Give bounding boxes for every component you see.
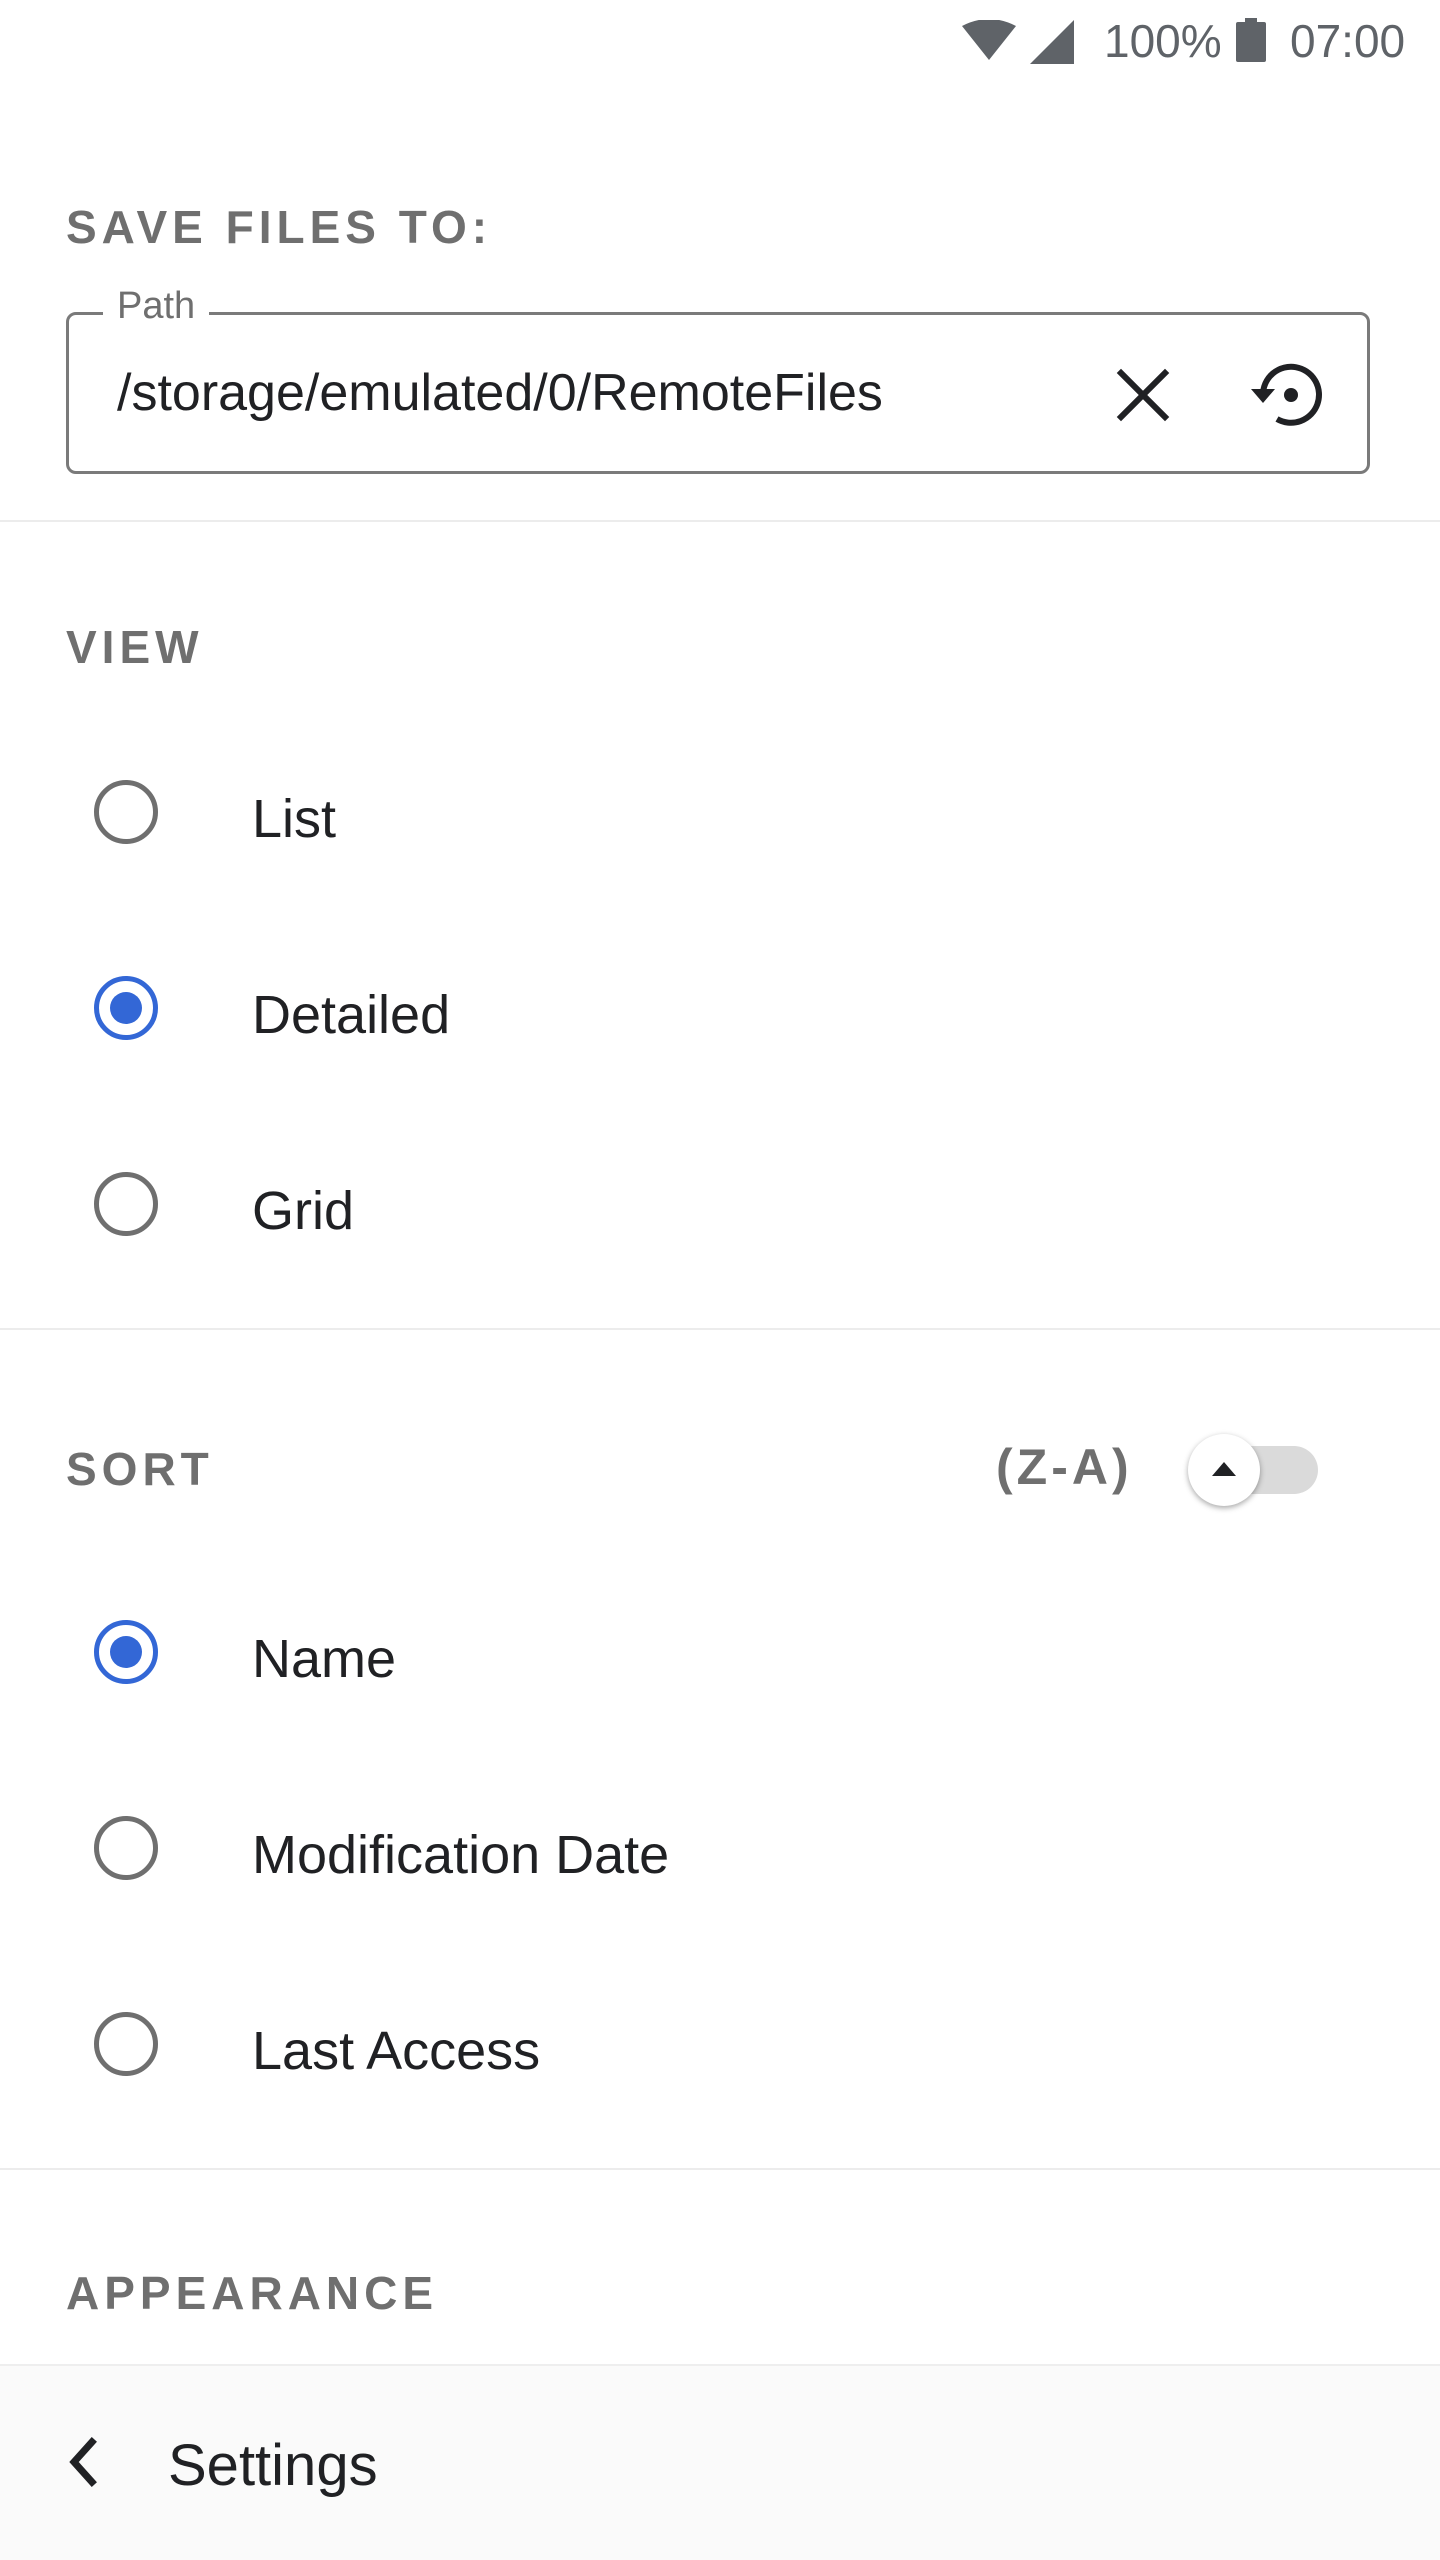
save-files-heading: SAVE FILES TO: <box>66 201 493 253</box>
close-icon <box>1116 368 1170 422</box>
path-input[interactable]: /storage/emulated/0/RemoteFiles <box>117 363 883 423</box>
sort-option-modification-date[interactable]: Modification Date <box>0 1750 1440 1946</box>
arrow-up-icon <box>1212 1462 1236 1476</box>
back-button[interactable] <box>52 2422 116 2502</box>
toggle-thumb[interactable] <box>1188 1434 1260 1506</box>
radio-grid[interactable] <box>94 1172 158 1236</box>
view-option-label: List <box>252 789 337 849</box>
radio-name[interactable] <box>94 1620 158 1684</box>
path-field[interactable]: Path /storage/emulated/0/RemoteFiles <box>66 285 1370 474</box>
radio-list[interactable] <box>94 780 158 844</box>
appearance-heading: APPEARANCE <box>66 2267 439 2319</box>
view-heading: VIEW <box>66 621 204 673</box>
view-option-grid[interactable]: Grid <box>0 1106 1440 1302</box>
view-option-label: Grid <box>252 1181 355 1241</box>
divider <box>0 2168 1440 2170</box>
battery-icon <box>1236 18 1266 62</box>
sort-direction-label: (Z-A) <box>996 1439 1133 1495</box>
chevron-left-icon <box>69 2437 97 2487</box>
path-field-label: Path <box>103 285 210 328</box>
divider <box>0 1328 1440 1330</box>
status-clock: 07:00 <box>1290 15 1406 67</box>
bottom-app-bar: Settings <box>0 2364 1440 2560</box>
reset-path-button[interactable] <box>1247 355 1331 435</box>
divider <box>0 520 1440 522</box>
radio-modification-date[interactable] <box>94 1816 158 1880</box>
settings-screen: 100% 07:00 SAVE FILES TO: Path /storage/… <box>0 0 1440 2560</box>
sort-option-label: Name <box>252 1629 397 1689</box>
cell-signal-icon <box>1030 20 1074 64</box>
sort-option-label: Modification Date <box>252 1825 670 1885</box>
view-option-list[interactable]: List <box>0 714 1440 910</box>
sort-option-label: Last Access <box>252 2021 541 2081</box>
battery-percent: 100% <box>1104 15 1222 67</box>
radio-last-access[interactable] <box>94 2012 158 2076</box>
status-bar: 100% 07:00 <box>0 0 1440 84</box>
sort-option-name[interactable]: Name <box>0 1554 1440 1750</box>
sort-option-last-access[interactable]: Last Access <box>0 1946 1440 2142</box>
wifi-icon <box>962 20 1016 60</box>
radio-detailed[interactable] <box>94 976 158 1040</box>
sort-heading: SORT <box>66 1443 214 1495</box>
page-title: Settings <box>168 2433 378 2498</box>
view-option-label: Detailed <box>252 985 451 1045</box>
view-option-detailed[interactable]: Detailed <box>0 910 1440 1106</box>
clear-path-button[interactable] <box>1109 361 1177 429</box>
restore-icon <box>1251 363 1322 426</box>
